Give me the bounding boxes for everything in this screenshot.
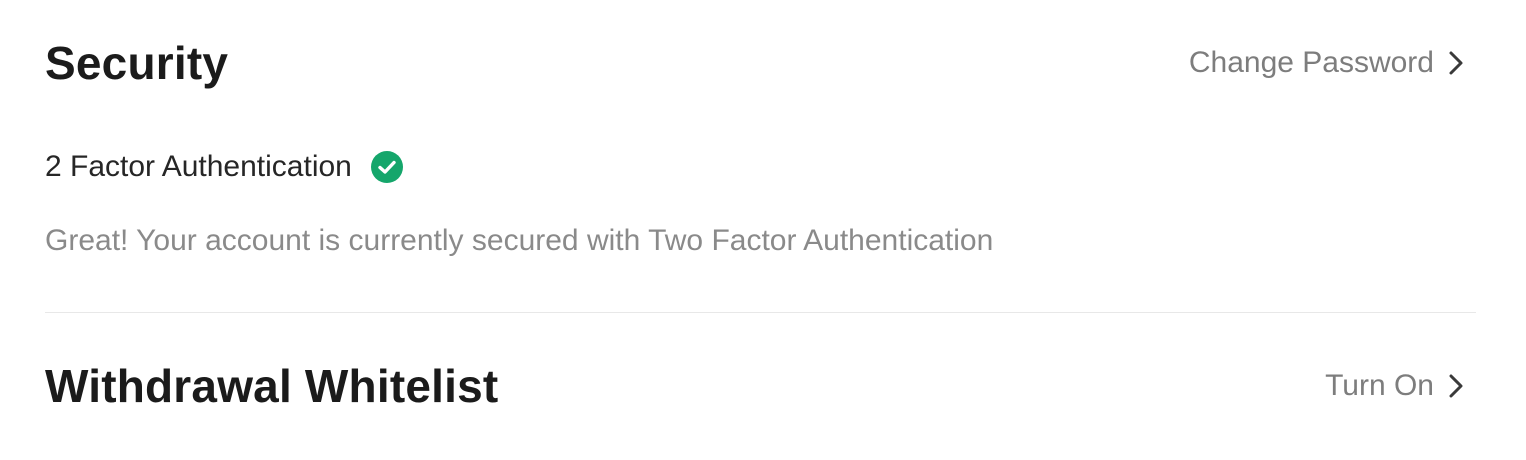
turn-on-label: Turn On bbox=[1325, 369, 1434, 402]
two-factor-label: 2 Factor Authentication bbox=[45, 150, 352, 183]
chevron-right-icon bbox=[1448, 50, 1464, 76]
two-factor-description: Great! Your account is currently secured… bbox=[45, 224, 994, 257]
security-title: Security bbox=[45, 37, 229, 89]
turn-on-whitelist-link[interactable]: Turn On bbox=[1325, 371, 1464, 401]
chevron-right-icon bbox=[1448, 373, 1464, 399]
change-password-label: Change Password bbox=[1188, 46, 1434, 79]
security-settings-page: Security Change Password 2 Factor Authen… bbox=[0, 0, 1526, 460]
two-factor-row: 2 Factor Authentication bbox=[45, 147, 404, 187]
section-divider bbox=[45, 312, 1476, 313]
change-password-link[interactable]: Change Password bbox=[1189, 48, 1464, 78]
check-circle-icon bbox=[370, 150, 404, 184]
security-section-header: Security Change Password bbox=[45, 34, 1464, 92]
whitelist-section-header: Withdrawal Whitelist Turn On bbox=[45, 357, 1464, 415]
whitelist-title: Withdrawal Whitelist bbox=[45, 360, 499, 412]
